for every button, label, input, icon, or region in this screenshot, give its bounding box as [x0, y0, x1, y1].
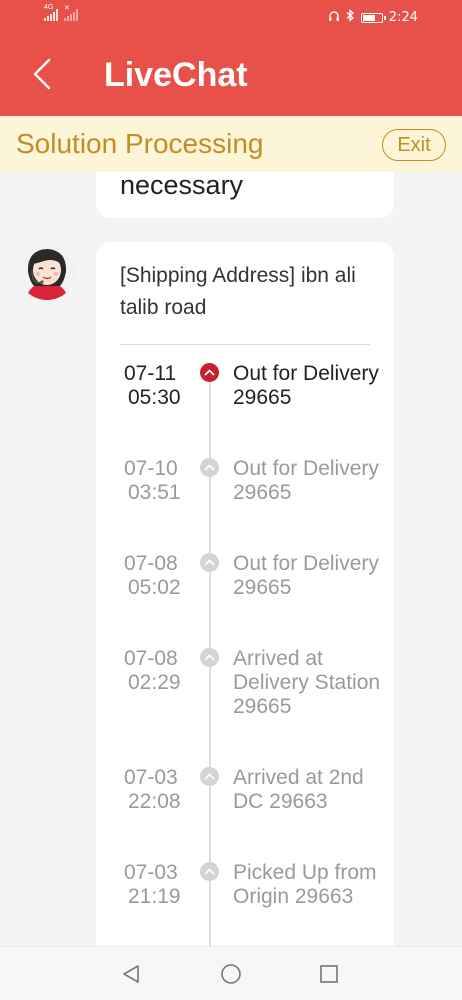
- timeline-date: 07-03: [124, 766, 178, 789]
- timeline-status: Picked Up from Origin 29663: [233, 861, 377, 908]
- page-title: LiveChat: [104, 56, 248, 94]
- triangle-back-icon: [123, 965, 139, 983]
- status-right: 2:24: [328, 9, 418, 26]
- timeline-status: Arrived at Delivery Station 29665: [233, 647, 381, 718]
- signal-indicators: 4G ✕: [44, 4, 78, 21]
- timeline-date: 07-08: [124, 552, 178, 575]
- timeline-status: Out for Delivery 29665: [233, 362, 379, 409]
- shipping-address: [Shipping Address] ibn ali talib road: [120, 264, 356, 319]
- timeline-time: 22:08: [128, 790, 181, 813]
- no-signal-label: ✕: [64, 5, 70, 12]
- signal-icon-sim2: ✕: [64, 5, 78, 21]
- timeline-time: 05:02: [128, 576, 181, 599]
- timeline-time: 02:29: [128, 671, 181, 694]
- nav-recents-button[interactable]: [316, 961, 342, 987]
- timeline-date: 07-08: [124, 647, 178, 670]
- nav-back-button[interactable]: [118, 961, 144, 987]
- square-recents-icon: [320, 965, 338, 983]
- status-bar: 4G ✕ 2:24: [0, 0, 462, 34]
- back-button[interactable]: [26, 56, 58, 92]
- clock: 2:24: [388, 10, 418, 25]
- banner-text: Solution Processing: [16, 128, 264, 159]
- active-status-dot-icon: [200, 363, 219, 382]
- timeline-time: 21:19: [128, 885, 181, 908]
- circle-home-icon: [221, 964, 241, 984]
- tracking-message-bubble: [Shipping Address] ibn ali talib road 07…: [96, 242, 394, 946]
- timeline-date: 07-03: [124, 861, 178, 884]
- status-dot-icon: [200, 553, 219, 572]
- network-type-label: 4G: [44, 4, 54, 11]
- status-dot-icon: [200, 648, 219, 667]
- status-dot-icon: [200, 458, 219, 477]
- timeline-status: Out for Delivery 29665: [233, 552, 379, 599]
- signal-icon: 4G: [44, 4, 58, 21]
- agent-avatar: [18, 242, 76, 300]
- battery-icon: [360, 12, 386, 23]
- system-nav-bar: [0, 946, 462, 1000]
- exit-button[interactable]: Exit: [382, 129, 446, 161]
- chevron-left-icon: [33, 58, 51, 90]
- app-header: LiveChat: [0, 34, 462, 116]
- timeline-status: Out for Delivery 29665: [233, 457, 379, 504]
- timeline-status: Arrived at 2nd DC 29663: [233, 766, 364, 813]
- headset-icon: [328, 10, 340, 26]
- status-dot-icon: [200, 767, 219, 786]
- timeline-time: 05:30: [128, 386, 181, 409]
- timeline-date: 07-11: [124, 362, 177, 385]
- nav-home-button[interactable]: [218, 961, 244, 987]
- status-banner: Solution Processing Exit: [0, 116, 462, 172]
- status-dot-icon: [200, 862, 219, 881]
- previous-message-text: necessary: [120, 172, 244, 200]
- previous-message-bubble: necessary: [96, 172, 394, 218]
- timeline-date: 07-10: [124, 457, 178, 480]
- divider: [120, 344, 370, 345]
- bluetooth-icon: [346, 9, 355, 26]
- timeline-time: 03:51: [128, 481, 181, 504]
- chat-area[interactable]: necessary [Shipping Address] ibn ali tal…: [0, 172, 462, 946]
